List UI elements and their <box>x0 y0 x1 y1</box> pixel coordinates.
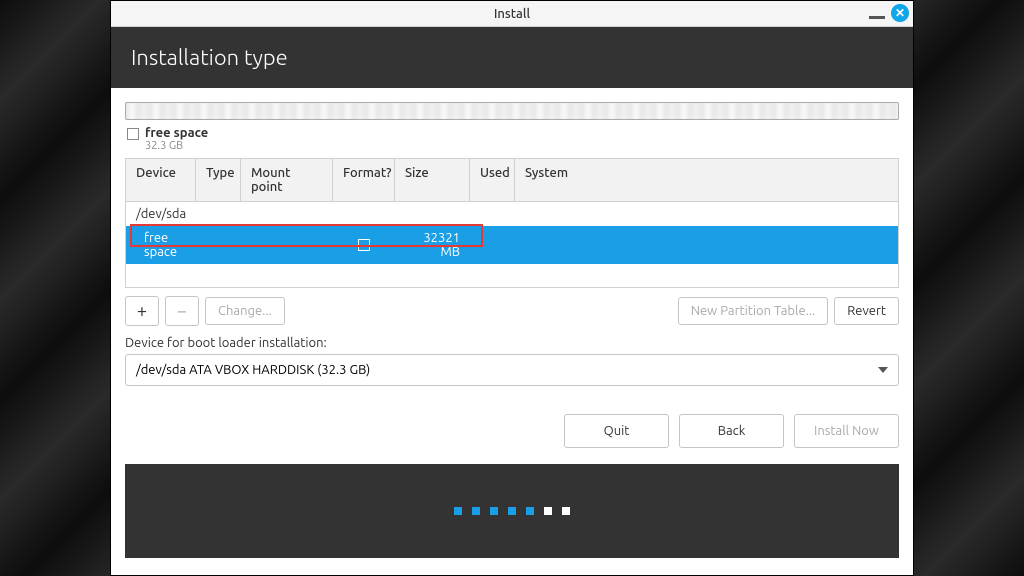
header-format[interactable]: Format? <box>333 159 395 201</box>
new-partition-table-button[interactable]: New Partition Table... <box>678 297 829 325</box>
header-mount[interactable]: Mount point <box>241 159 333 201</box>
boot-loader-label: Device for boot loader installation: <box>125 336 899 350</box>
window-title: Install <box>494 7 530 21</box>
minimize-button[interactable] <box>869 16 885 19</box>
step-dot-4[interactable] <box>508 507 516 515</box>
header-device[interactable]: Device <box>126 159 196 201</box>
header-system[interactable]: System <box>515 159 898 201</box>
remove-partition-button[interactable]: − <box>165 296 199 326</box>
device-name: /dev/sda <box>136 207 186 221</box>
progress-dots <box>125 464 899 558</box>
boot-loader-value: /dev/sda ATA VBOX HARDDISK (32.3 GB) <box>136 363 370 377</box>
legend-size: 32.3 GB <box>145 140 208 152</box>
action-buttons: Quit Back Install Now <box>125 414 899 448</box>
page-title: Installation type <box>111 27 913 88</box>
close-button[interactable]: ✕ <box>891 4 909 22</box>
step-dot-7[interactable] <box>562 507 570 515</box>
step-dot-2[interactable] <box>472 507 480 515</box>
header-used[interactable]: Used <box>470 159 515 201</box>
step-dot-6[interactable] <box>544 507 552 515</box>
step-dot-5[interactable] <box>526 507 534 515</box>
content-area: free space 32.3 GB Device Type Mount poi… <box>111 88 913 575</box>
table-row-parent[interactable]: /dev/sda <box>126 202 898 226</box>
cell-mount <box>241 243 333 247</box>
quit-button[interactable]: Quit <box>564 414 669 448</box>
legend-label: free space <box>145 126 208 140</box>
cell-device: free space <box>126 229 196 261</box>
titlebar[interactable]: Install ✕ <box>111 1 913 27</box>
header-size[interactable]: Size <box>395 159 470 201</box>
header-type[interactable]: Type <box>196 159 241 201</box>
cell-format <box>333 237 395 253</box>
cell-size: 32321 MB <box>395 229 470 261</box>
legend: free space 32.3 GB <box>125 126 899 152</box>
boot-loader-select[interactable]: /dev/sda ATA VBOX HARDDISK (32.3 GB) <box>125 354 899 386</box>
installer-window: Install ✕ Installation type free space 3… <box>110 0 914 576</box>
step-dot-1[interactable] <box>454 507 462 515</box>
cell-type <box>196 243 241 247</box>
change-partition-button[interactable]: Change... <box>205 297 285 325</box>
legend-swatch <box>127 128 139 140</box>
table-row-selected[interactable]: free space 32321 MB <box>126 226 898 264</box>
chevron-down-icon <box>878 367 888 373</box>
format-checkbox[interactable] <box>358 239 370 251</box>
cell-used <box>470 243 515 247</box>
partition-toolbar: + − Change... New Partition Table... Rev… <box>125 296 899 326</box>
cell-system <box>515 243 898 247</box>
disk-usage-bar[interactable] <box>125 102 899 120</box>
table-header: Device Type Mount point Format? Size Use… <box>126 159 898 202</box>
partition-table[interactable]: Device Type Mount point Format? Size Use… <box>125 158 899 288</box>
back-button[interactable]: Back <box>679 414 784 448</box>
step-dot-3[interactable] <box>490 507 498 515</box>
revert-button[interactable]: Revert <box>834 297 899 325</box>
add-partition-button[interactable]: + <box>125 296 159 326</box>
install-now-button[interactable]: Install Now <box>794 414 899 448</box>
